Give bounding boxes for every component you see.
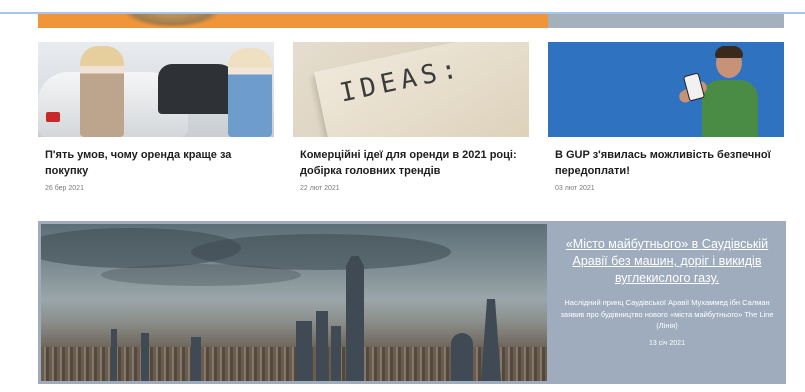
skyscraper: [481, 299, 501, 381]
article-date: 26 бер 2021: [45, 185, 84, 192]
article-title[interactable]: Комерційні ідеї для оренди в 2021 році: …: [293, 147, 529, 179]
article-card-rent[interactable]: П'ять умов, чому оренда краще за покупку…: [38, 42, 274, 192]
featured-image-riyadh-skyline[interactable]: [41, 224, 547, 381]
kingdom-tower: [346, 256, 364, 381]
skyscraper: [451, 333, 473, 381]
skyscraper: [141, 333, 149, 381]
article-title[interactable]: П'ять умов, чому оренда краще за покупку: [38, 147, 274, 179]
featured-headline[interactable]: «Місто майбутнього» в Саудівській Аравії…: [553, 236, 781, 287]
woman-figure: [80, 46, 124, 137]
skyscraper: [111, 329, 117, 381]
banner-emblem-image: [122, 14, 222, 28]
woman-figure: [228, 48, 272, 137]
cloud: [101, 264, 301, 286]
skyscraper: [296, 321, 312, 381]
article-card-ideas[interactable]: IDEAS: Комерційні ідеї для оренди в 2021…: [293, 42, 529, 192]
featured-description: Наслідний принц Саудівської Аравії Мухам…: [560, 298, 774, 330]
taillight: [46, 112, 60, 122]
article-date: 03 лют 2021: [555, 185, 595, 192]
skyscraper: [331, 326, 341, 381]
person-with-phone: [677, 46, 758, 137]
orange-banner[interactable]: [38, 14, 548, 28]
torso: [702, 80, 758, 137]
grey-banner[interactable]: [548, 14, 784, 28]
featured-article[interactable]: «Місто майбутнього» в Саудівській Аравії…: [38, 221, 786, 384]
article-card-prepayment[interactable]: В GUP з'явилась можливість безпечної пер…: [548, 42, 784, 192]
skyscraper: [191, 337, 201, 381]
car-shape-dark: [158, 64, 238, 114]
article-image-ideas-paper[interactable]: IDEAS:: [293, 42, 529, 137]
featured-text: «Місто майбутнього» в Саудівській Аравії…: [553, 236, 781, 347]
hair: [715, 46, 743, 58]
featured-date: 13 січ 2021: [649, 339, 685, 347]
article-date: 22 лют 2021: [300, 185, 340, 192]
skyscraper: [316, 311, 328, 381]
article-title[interactable]: В GUP з'явилась можливість безпечної пер…: [548, 147, 784, 179]
article-image-promo[interactable]: [548, 42, 784, 137]
article-image-car-dealership[interactable]: [38, 42, 274, 137]
